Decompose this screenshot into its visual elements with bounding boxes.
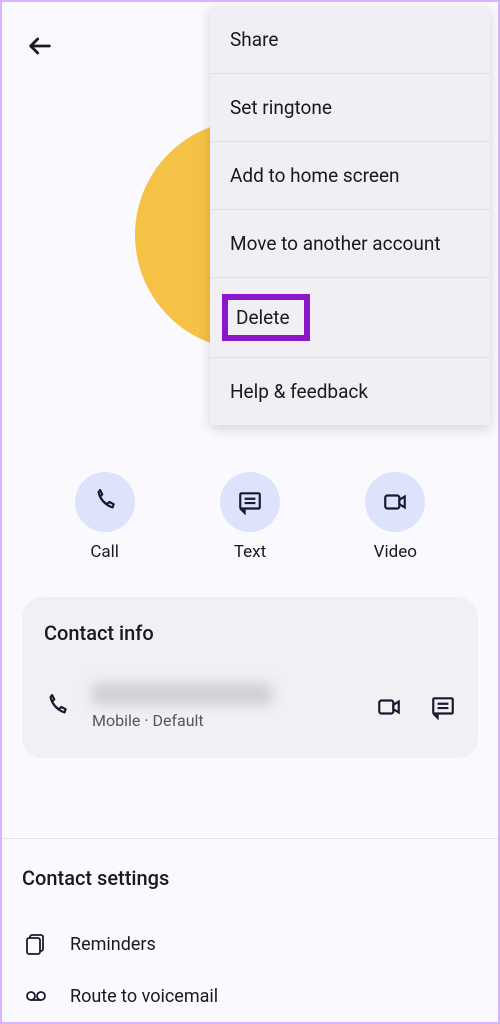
phone-row[interactable]: Mobile · Default	[44, 683, 456, 730]
overflow-menu: Share Set ringtone Add to home screen Mo…	[210, 6, 490, 425]
contact-info-title: Contact info	[44, 621, 456, 645]
menu-item-help[interactable]: Help & feedback	[210, 358, 490, 425]
message-icon[interactable]	[430, 694, 456, 720]
voicemail-row[interactable]: Route to voicemail	[22, 970, 478, 1022]
menu-item-move-account[interactable]: Move to another account	[210, 210, 490, 278]
reminders-icon	[24, 932, 48, 956]
video-button[interactable]: Video	[365, 472, 425, 562]
voicemail-label: Route to voicemail	[70, 986, 218, 1007]
menu-item-add-home[interactable]: Add to home screen	[210, 142, 490, 210]
settings-title: Contact settings	[22, 866, 478, 890]
phone-icon	[92, 489, 118, 515]
video-icon	[382, 489, 408, 515]
divider	[2, 838, 498, 839]
voicemail-icon	[24, 984, 48, 1008]
video-label: Video	[374, 542, 417, 562]
call-button[interactable]: Call	[75, 472, 135, 562]
text-button[interactable]: Text	[220, 472, 280, 562]
phone-icon	[44, 694, 70, 720]
video-icon[interactable]	[376, 694, 402, 720]
phone-type-label: Mobile · Default	[92, 711, 358, 730]
back-button[interactable]	[26, 32, 54, 64]
message-icon	[237, 489, 263, 515]
contact-settings: Contact settings Reminders Route to voic…	[22, 866, 478, 1022]
arrow-left-icon	[26, 32, 54, 60]
reminders-label: Reminders	[70, 934, 156, 955]
phone-number-redacted	[92, 683, 272, 705]
call-label: Call	[90, 542, 119, 562]
delete-highlight-box: Delete	[222, 294, 310, 341]
menu-item-delete[interactable]: Delete	[210, 278, 490, 358]
quick-actions: Call Text Video	[2, 472, 498, 562]
reminders-row[interactable]: Reminders	[22, 918, 478, 970]
menu-item-set-ringtone[interactable]: Set ringtone	[210, 74, 490, 142]
text-label: Text	[234, 542, 266, 562]
contact-info-card: Contact info Mobile · Default	[22, 597, 478, 758]
menu-item-share[interactable]: Share	[210, 6, 490, 74]
